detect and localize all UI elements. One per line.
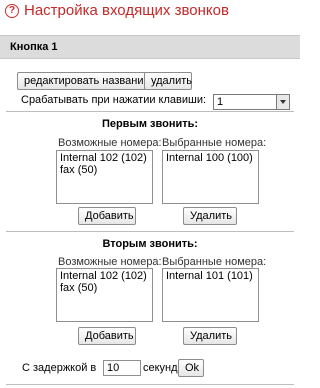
help-icon[interactable]: ? xyxy=(5,4,19,18)
delay-prefix: С задержкой в xyxy=(22,362,97,374)
second-remove-button[interactable]: Удалить xyxy=(183,327,237,345)
list-item[interactable]: Internal 102 (102) xyxy=(60,152,149,164)
first-heading: Первым звонить: xyxy=(101,118,199,130)
divider xyxy=(6,111,294,112)
delay-input[interactable]: 10 xyxy=(103,360,141,376)
first-add-button[interactable]: Добавить xyxy=(78,207,136,225)
edit-name-button[interactable]: редактировать название xyxy=(17,72,150,90)
first-remove-button[interactable]: Удалить xyxy=(183,207,237,225)
second-add-button[interactable]: Добавить xyxy=(78,327,136,345)
list-item[interactable]: Internal 100 (100) xyxy=(166,152,255,164)
second-heading: Вторым звонить: xyxy=(102,238,198,250)
list-item[interactable]: Internal 101 (101) xyxy=(166,270,255,282)
section-header: Кнопка 1 xyxy=(0,35,300,59)
second-selected-label: Выбранные номера: xyxy=(162,256,267,268)
divider xyxy=(6,384,294,385)
delay-suffix: секунд xyxy=(143,362,178,374)
trigger-label: Срабатывать при нажатии клавиши: xyxy=(21,94,207,106)
first-selected-label: Выбранные номера: xyxy=(162,137,267,149)
ok-button[interactable]: Ok xyxy=(178,359,204,377)
list-item[interactable]: fax (50) xyxy=(60,164,149,176)
second-selected-list[interactable]: Internal 101 (101) xyxy=(162,268,259,322)
delete-button[interactable]: удалить xyxy=(144,72,192,90)
trigger-key-value: 1 xyxy=(217,96,224,108)
first-possible-label: Возможные номера: xyxy=(58,137,162,149)
page-title: Настройка входящих звонков xyxy=(24,2,229,19)
trigger-key-select[interactable]: 1 xyxy=(213,94,290,110)
page-header: ? Настройка входящих звонков xyxy=(0,0,300,28)
section-title: Кнопка 1 xyxy=(10,41,58,53)
second-possible-label: Возможные номера: xyxy=(58,256,162,268)
second-possible-list[interactable]: Internal 102 (102) fax (50) xyxy=(56,268,153,322)
list-item[interactable]: fax (50) xyxy=(60,282,149,294)
chevron-down-icon xyxy=(276,95,289,109)
first-possible-list[interactable]: Internal 102 (102) fax (50) xyxy=(56,150,153,204)
list-item[interactable]: Internal 102 (102) xyxy=(60,270,149,282)
first-selected-list[interactable]: Internal 100 (100) xyxy=(162,150,259,204)
divider xyxy=(6,231,294,232)
